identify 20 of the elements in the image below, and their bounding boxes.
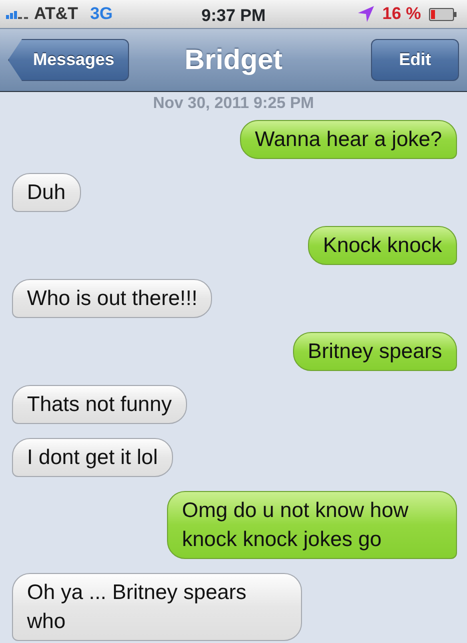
received-message-bubble: Thats not funny (12, 385, 187, 424)
conversation-title: Bridget (184, 43, 282, 77)
back-button[interactable]: Messages (8, 39, 130, 81)
edit-button[interactable]: Edit (371, 39, 459, 81)
battery-percentage: 16 % (382, 3, 421, 26)
message-timestamp: Nov 30, 2011 9:25 PM (152, 94, 315, 114)
received-message-bubble: Who is out there!!! (12, 279, 212, 318)
sent-message-bubble: Knock knock (308, 226, 457, 265)
received-message-bubble: Duh (12, 173, 81, 212)
sent-message-bubble: Omg do u not know how knock knock jokes go (167, 491, 457, 559)
signal-icon (6, 9, 30, 19)
received-message-bubble: I dont get it lol (12, 438, 173, 477)
network-type: 3G (90, 3, 113, 26)
battery-icon (429, 8, 457, 20)
received-message-bubble: Oh ya ... Britney spears who (12, 573, 302, 641)
location-arrow-icon (358, 6, 374, 22)
sent-message-bubble: Britney spears (292, 332, 457, 371)
sent-message-bubble: Wanna hear a joke? (240, 120, 457, 159)
carrier-name: AT&T (34, 3, 78, 26)
clock-time: 9:37 PM (201, 6, 266, 25)
